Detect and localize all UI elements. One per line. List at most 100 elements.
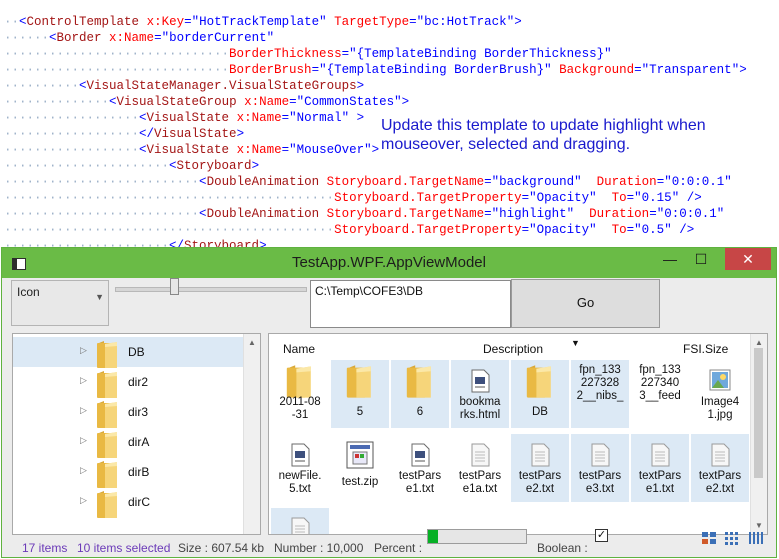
file-item[interactable]: Image4 1.jpg xyxy=(691,360,749,428)
file-item[interactable]: textPars xyxy=(271,508,329,534)
annotation-note: Update this template to update highlight… xyxy=(381,117,706,153)
text-icon xyxy=(709,442,731,473)
expander-icon[interactable]: ▷ xyxy=(80,495,87,506)
column-header-size[interactable]: FSI.Size xyxy=(683,342,728,356)
document-icon xyxy=(469,368,491,399)
file-item[interactable]: textPars e1.txt xyxy=(631,434,689,502)
code-token: Storyboard.TargetProperty xyxy=(334,223,522,237)
title-bar[interactable]: TestApp.WPF.AppViewModel — ☐ ✕ xyxy=(2,248,776,278)
file-item-label-line: e1.txt xyxy=(405,483,435,495)
scroll-up-icon[interactable]: ▲ xyxy=(755,338,763,347)
view-icons-icon[interactable] xyxy=(701,531,717,545)
column-header-name[interactable]: Name xyxy=(283,342,315,356)
file-item[interactable]: bookma rks.html xyxy=(451,360,509,428)
view-list-icon[interactable] xyxy=(748,531,764,545)
tree-item-dirc[interactable]: ▷ dirC xyxy=(13,487,245,518)
code-token: " xyxy=(544,63,552,77)
code-token: highlight xyxy=(499,207,567,221)
code-token: =" xyxy=(521,223,537,237)
boolean-checkbox[interactable]: ✓ xyxy=(595,529,608,542)
scrollbar-thumb[interactable] xyxy=(754,348,763,478)
tree-item-dir2[interactable]: ▷ dir2 xyxy=(13,367,245,398)
code-token: " /> xyxy=(671,191,702,205)
file-item[interactable]: fpn_133 227328 2__nibs_ xyxy=(571,360,629,428)
code-token: " xyxy=(319,15,327,29)
file-item[interactable]: newFile. 5.txt xyxy=(271,434,329,502)
code-token: VisualState xyxy=(146,143,230,157)
code-line: ······················<Storyboard> xyxy=(4,158,259,174)
file-item-label-line: Image4 xyxy=(700,396,740,408)
code-line: ··························<DoubleAnimati… xyxy=(4,174,732,190)
file-list-scrollbar[interactable]: ▲ ▼ xyxy=(750,334,767,534)
code-token: Storyboard.TargetName xyxy=(319,175,485,189)
file-item[interactable]: fpn_133 227340 3__feed xyxy=(631,360,689,428)
file-item-label: DB xyxy=(511,406,569,419)
directory-tree[interactable]: ▷ dirC ▷ dirB ▷ dirA ▷ dir3 ▷ dir2 ▷ DB ▲ xyxy=(12,333,261,535)
file-item[interactable]: 6 xyxy=(391,360,449,428)
file-item[interactable]: 2011-08 -31 xyxy=(271,360,329,428)
path-input[interactable]: C:\Temp\COFE3\DB xyxy=(310,280,511,328)
expander-icon[interactable]: ▷ xyxy=(80,435,87,446)
tree-item-label: DB xyxy=(128,345,145,359)
go-button[interactable]: Go xyxy=(511,279,660,328)
file-item-label: testPars e1.txt xyxy=(391,470,449,496)
code-indent: ········································… xyxy=(4,191,335,205)
minimize-button[interactable]: — xyxy=(655,248,685,270)
tree-item-dira[interactable]: ▷ dirA xyxy=(13,427,245,458)
column-header-description[interactable]: Description ▼ xyxy=(483,338,580,356)
file-item-label: 2011-08 -31 xyxy=(271,396,329,422)
text-icon xyxy=(529,442,551,473)
folder-icon xyxy=(93,460,123,495)
expander-icon[interactable]: ▷ xyxy=(80,405,87,416)
file-item-label: fpn_133 227328 2__nibs_ xyxy=(571,364,629,403)
file-list[interactable]: Name Description ▼ FSI.Size ▲ ▼ 2011-08 -3… xyxy=(268,333,768,535)
close-button[interactable]: ✕ xyxy=(725,248,771,270)
code-token: BorderBrush xyxy=(229,63,312,77)
code-indent: ·························· xyxy=(4,175,200,189)
expander-icon[interactable]: ▷ xyxy=(80,345,87,356)
scroll-down-icon[interactable]: ▼ xyxy=(755,521,763,530)
code-token: < xyxy=(139,143,147,157)
code-token: Storyboard.TargetProperty xyxy=(334,191,522,205)
file-item-label-line: test.zip xyxy=(341,476,379,488)
code-indent: ·················· xyxy=(4,111,140,125)
tree-item-db[interactable]: ▷ DB xyxy=(13,337,245,368)
code-token: =" xyxy=(154,31,170,45)
folder-icon xyxy=(342,364,378,405)
tree-item-dir3[interactable]: ▷ dir3 xyxy=(13,397,245,428)
tree-scrollbar[interactable]: ▲ xyxy=(243,334,260,534)
file-item[interactable]: 5 xyxy=(331,360,389,428)
file-item[interactable]: testPars e2.txt xyxy=(511,434,569,502)
file-item[interactable]: DB xyxy=(511,360,569,428)
expander-icon[interactable]: ▷ xyxy=(80,375,87,386)
tree-item-label: dirA xyxy=(128,435,150,449)
file-item-label: testPars e1a.txt xyxy=(451,470,509,496)
expander-icon[interactable]: ▷ xyxy=(80,465,87,476)
folder-icon xyxy=(93,400,123,435)
file-item-label: bookma rks.html xyxy=(451,396,509,422)
code-editor: ··<ControlTemplate x:Key="HotTrackTempla… xyxy=(0,0,779,253)
file-item[interactable]: test.zip xyxy=(331,434,389,502)
file-item[interactable]: textPars e2.txt xyxy=(691,434,749,502)
zoom-slider-thumb[interactable] xyxy=(170,278,179,295)
code-token: x:Name xyxy=(236,95,290,109)
code-token: =" xyxy=(484,207,500,221)
file-item[interactable]: testPars e1a.txt xyxy=(451,434,509,502)
file-item[interactable]: testPars e1.txt xyxy=(391,434,449,502)
tree-item-dirb[interactable]: ▷ dirB xyxy=(13,457,245,488)
file-item-label-line: 227328 xyxy=(580,377,620,389)
code-indent: ·························· xyxy=(4,207,200,221)
zoom-slider-track[interactable] xyxy=(115,287,307,292)
file-item[interactable]: testPars e3.txt xyxy=(571,434,629,502)
view-details-icon[interactable] xyxy=(724,531,740,545)
maximize-button[interactable]: ☐ xyxy=(686,248,716,270)
code-token: =" xyxy=(184,15,200,29)
code-indent: ·········· xyxy=(4,79,80,93)
file-item-label-line: e2.txt xyxy=(525,483,555,495)
file-item-label-line: e2.txt xyxy=(705,483,735,495)
view-mode-select[interactable]: Icon ▼ xyxy=(11,280,109,326)
status-number: Number : 10,000 xyxy=(274,541,364,555)
code-token: Storyboard.TargetName xyxy=(319,207,485,221)
code-token: < xyxy=(109,95,117,109)
scroll-up-icon[interactable]: ▲ xyxy=(248,338,256,347)
